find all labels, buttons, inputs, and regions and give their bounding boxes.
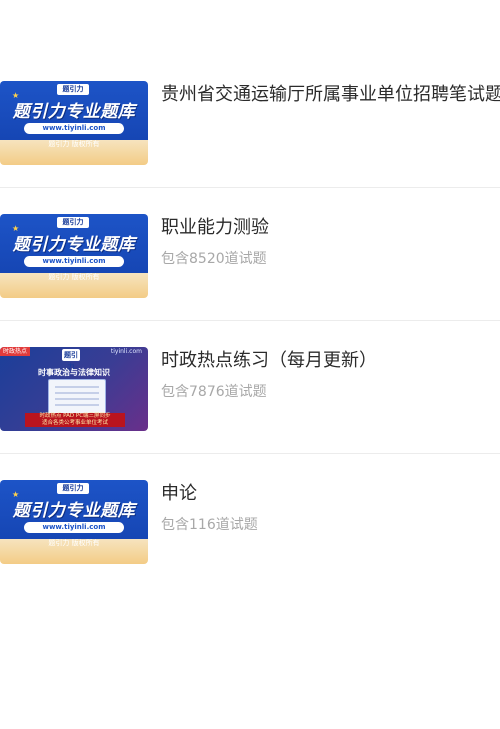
item-title: 申论 — [161, 483, 197, 504]
thumb-tag: 题引力 版权所有 — [48, 273, 100, 281]
item-question-count: 包含8520道试题 — [161, 251, 267, 267]
brand-logo: 题引力 — [62, 349, 80, 371]
thumb-tag: 题引力 版权所有 — [48, 140, 100, 148]
thumb-tag: 题引力 版权所有 — [48, 539, 100, 547]
brand-logo: 题引力 — [57, 217, 89, 228]
thumb-banner-line2: 适合各类公考事业单位考试 — [41, 420, 108, 426]
thumb-url: www.tiyinli.com — [24, 123, 124, 134]
thumb-site: tiyinli.com — [110, 348, 142, 355]
item-thumbnail: 时政热点 题引力 tiyinli.com 时事政治与法律知识 时政热点 PAD … — [0, 347, 148, 431]
thumb-headline: 时事政治与法律知识 — [38, 368, 110, 377]
device-screen-graphic — [48, 379, 106, 415]
thumb-url: www.tiyinli.com — [24, 522, 124, 533]
item-title: 时政热点练习（每月更新） — [161, 350, 377, 371]
list-item[interactable]: ★ 题引力 题引力专业题库 www.tiyinli.com 题引力 版权所有 贵… — [0, 55, 500, 188]
brand-logo: 题引力 — [57, 483, 89, 494]
thumb-banner: 时政热点 PAD PC端三屏同步 适合各类公考事业单位考试 — [25, 413, 125, 427]
item-title: 贵州省交通运输厅所属事业单位招聘笔试题库 — [161, 84, 500, 105]
thumb-banner-line1: 时政热点 PAD PC端三屏同步 — [39, 413, 111, 419]
brand-logo: 题引力 — [57, 84, 89, 95]
list-item[interactable]: ★ 题引力 题引力专业题库 www.tiyinli.com 题引力 版权所有 职… — [0, 188, 500, 321]
thumb-flag: 时政热点 — [0, 347, 30, 356]
item-thumbnail: ★ 题引力 题引力专业题库 www.tiyinli.com 题引力 版权所有 — [0, 214, 148, 298]
thumb-headline: 题引力专业题库 — [12, 235, 136, 255]
item-question-count: 包含116道试题 — [161, 517, 258, 533]
thumb-headline: 题引力专业题库 — [12, 102, 136, 122]
list-item[interactable]: 时政热点 题引力 tiyinli.com 时事政治与法律知识 时政热点 PAD … — [0, 321, 500, 454]
thumb-url: www.tiyinli.com — [24, 256, 124, 267]
item-title: 职业能力测验 — [161, 217, 269, 238]
thumb-headline: 题引力专业题库 — [12, 501, 136, 521]
item-question-count: 包含7876道试题 — [161, 384, 267, 400]
item-thumbnail: ★ 题引力 题引力专业题库 www.tiyinli.com 题引力 版权所有 — [0, 480, 148, 564]
item-thumbnail: ★ 题引力 题引力专业题库 www.tiyinli.com 题引力 版权所有 — [0, 81, 148, 165]
list-item[interactable]: ★ 题引力 题引力专业题库 www.tiyinli.com 题引力 版权所有 申… — [0, 454, 500, 587]
